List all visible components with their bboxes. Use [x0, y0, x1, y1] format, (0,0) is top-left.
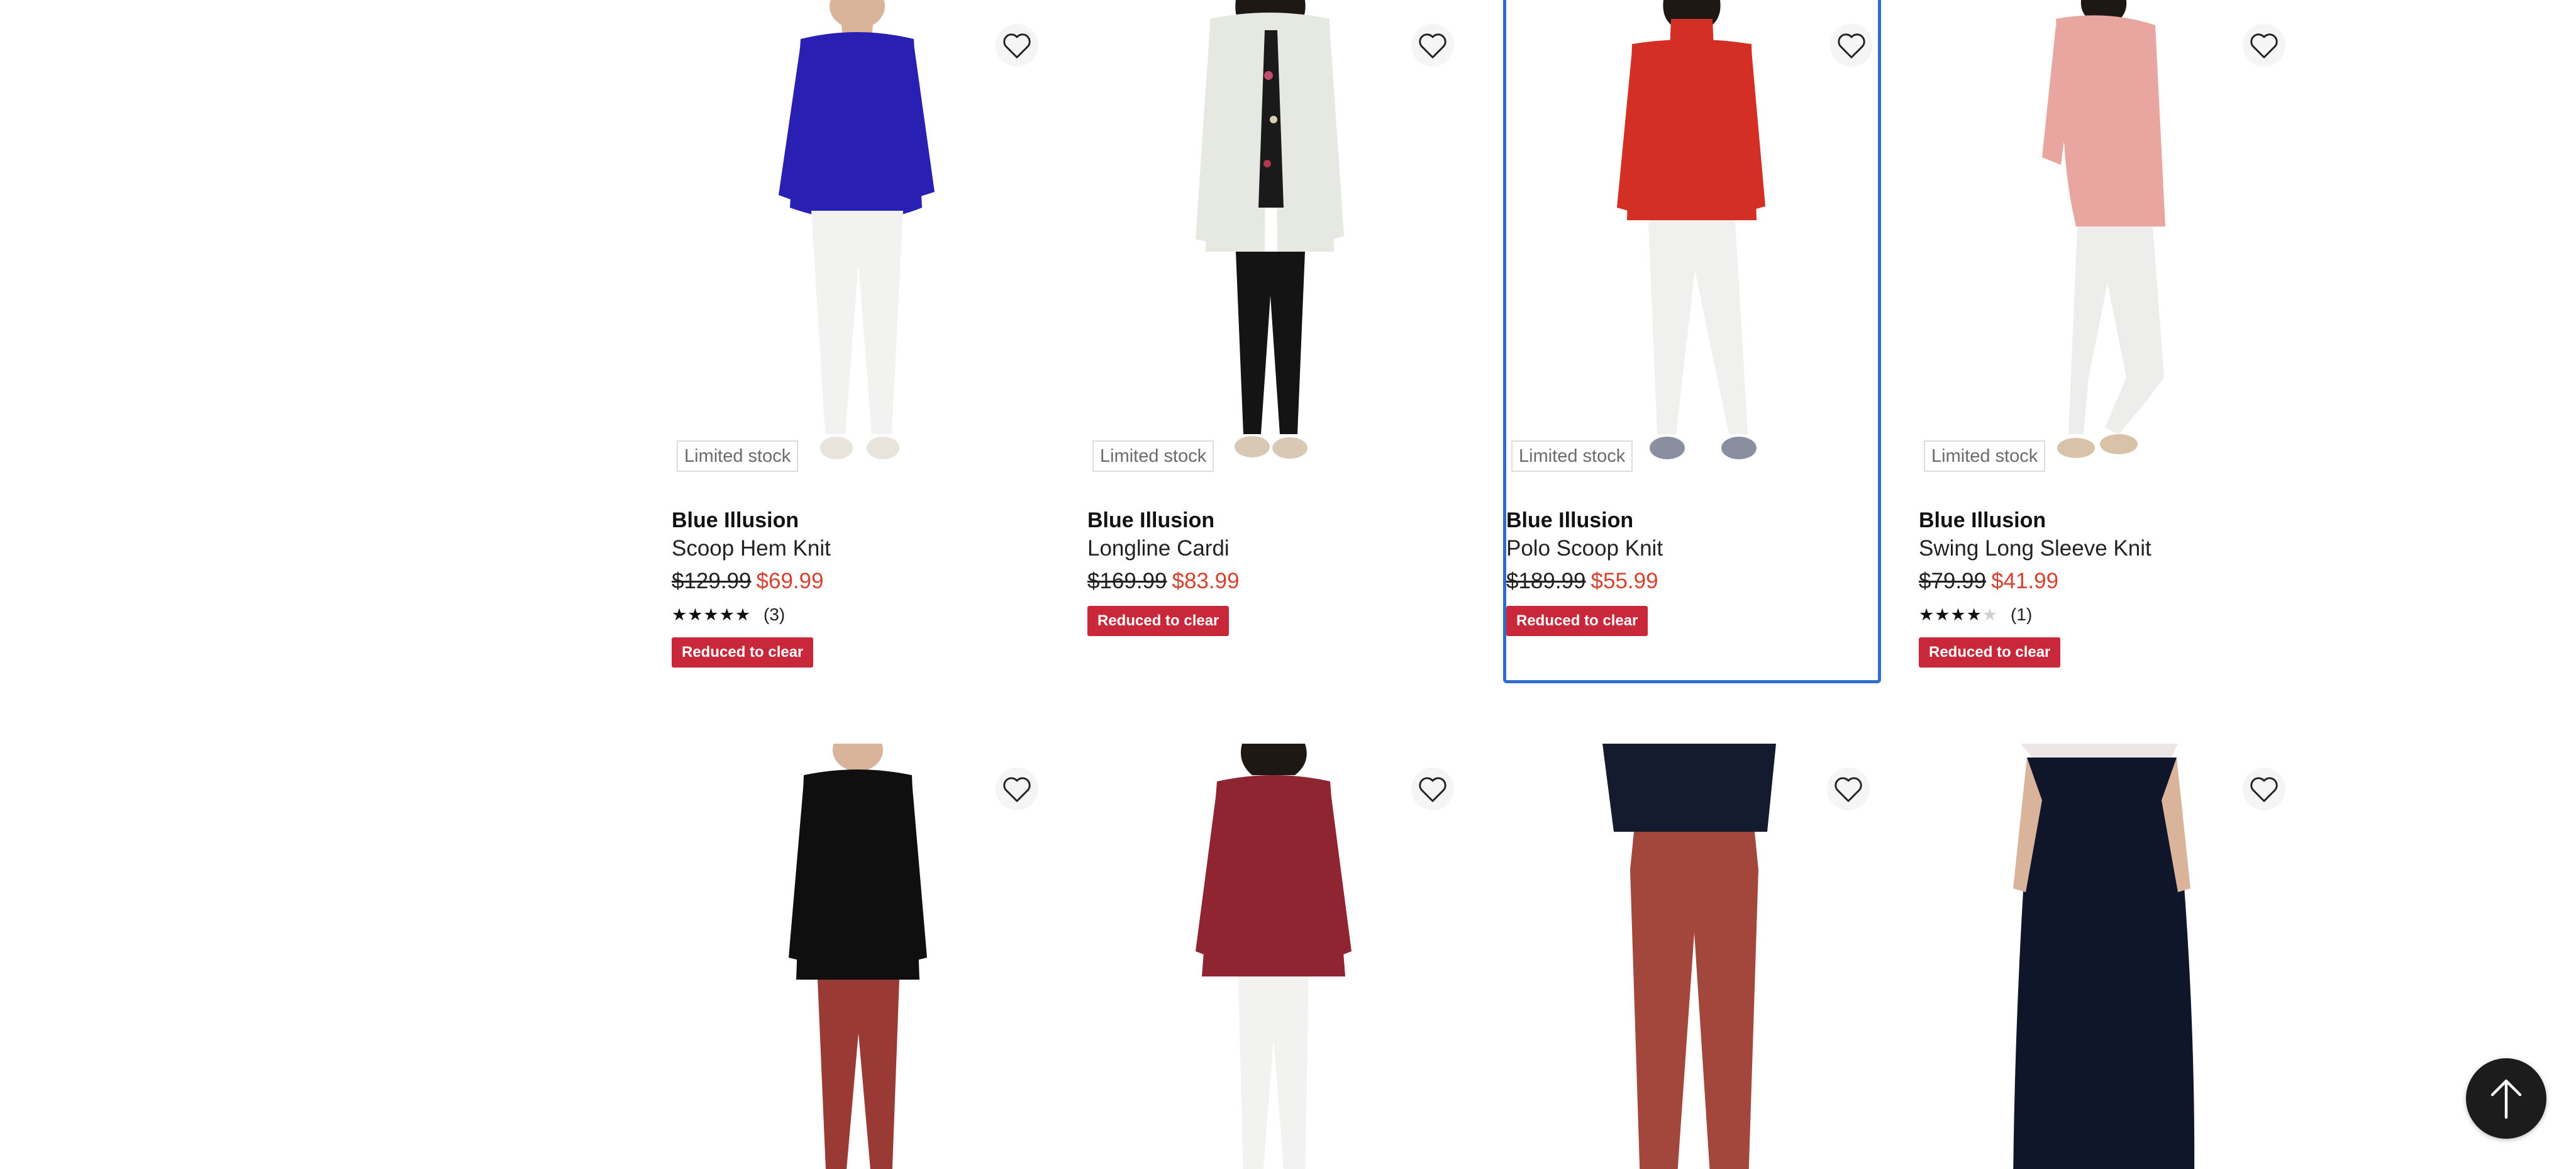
product-prices: $169.99 $83.99: [1087, 567, 1458, 596]
product-image[interactable]: Limited stock: [1919, 0, 2297, 479]
product-image[interactable]: [1919, 744, 2297, 1169]
reduced-to-clear-badge: Reduced to clear: [1506, 606, 1648, 636]
product-name[interactable]: Longline Cardi: [1087, 534, 1458, 563]
product-prices: $129.99 $69.99: [672, 567, 1043, 596]
model-figure: [779, 0, 935, 459]
wishlist-heart-icon[interactable]: [2243, 24, 2285, 67]
product-image[interactable]: [672, 744, 1050, 1169]
wishlist-heart-icon[interactable]: [1411, 768, 1454, 810]
product-card-scoop-hem-knit[interactable]: Limited stock Blue Illusion Scoop Hem Kn…: [672, 0, 1050, 683]
sale-price: $41.99: [1991, 569, 2059, 593]
review-count: (3): [763, 605, 786, 624]
product-info: Blue Illusion Polo Scoop Knit $189.99 $55…: [1506, 506, 1877, 636]
product-card[interactable]: [672, 744, 1050, 1169]
wishlist-heart-icon[interactable]: [2243, 768, 2285, 810]
product-brand[interactable]: Blue Illusion: [1087, 506, 1458, 534]
star-rating-icon: ★★★★★: [672, 605, 752, 624]
sale-price: $55.99: [1591, 569, 1658, 593]
limited-stock-badge: Limited stock: [677, 440, 799, 472]
model-figure: [2042, 0, 2165, 458]
product-name[interactable]: Polo Scoop Knit: [1506, 534, 1877, 563]
product-info: Blue Illusion Swing Long Sleeve Knit $79…: [1919, 506, 2290, 668]
back-to-top-button[interactable]: [2466, 1058, 2546, 1139]
product-image[interactable]: [1503, 744, 1881, 1169]
wishlist-heart-icon[interactable]: [996, 24, 1038, 67]
product-brand[interactable]: Blue Illusion: [1506, 506, 1877, 534]
product-info: Blue Illusion Scoop Hem Knit $129.99 $69.…: [672, 506, 1043, 668]
product-prices: $79.99 $41.99: [1919, 567, 2290, 596]
reduced-to-clear-badge: Reduced to clear: [672, 637, 814, 668]
model-figure: [2013, 744, 2195, 1169]
product-name[interactable]: Swing Long Sleeve Knit: [1919, 534, 2290, 563]
product-image[interactable]: Limited stock: [1506, 0, 1884, 479]
model-figure: [1617, 0, 1765, 459]
limited-stock-badge: Limited stock: [1092, 440, 1214, 472]
product-card-longline-cardi[interactable]: Limited stock Blue Illusion Longline Car…: [1087, 0, 1465, 683]
reduced-to-clear-badge: Reduced to clear: [1087, 606, 1230, 636]
original-price: $169.99: [1087, 569, 1167, 593]
sale-price: $69.99: [756, 569, 824, 593]
star-rating-icon: ★★★★★: [1919, 605, 1999, 624]
product-grid: Limited stock Blue Illusion Scoop Hem Kn…: [672, 0, 2297, 1169]
limited-stock-badge: Limited stock: [1924, 440, 2046, 472]
product-brand[interactable]: Blue Illusion: [1919, 506, 2290, 534]
product-rating[interactable]: ★★★★★ (1): [1919, 602, 2290, 627]
product-name[interactable]: Scoop Hem Knit: [672, 534, 1043, 563]
reduced-to-clear-badge: Reduced to clear: [1919, 637, 2061, 668]
product-listing-page: Limited stock Blue Illusion Scoop Hem Kn…: [0, 0, 2576, 1169]
product-card[interactable]: [1503, 744, 1881, 1169]
model-figure: [1602, 744, 1776, 1169]
original-price: $129.99: [672, 569, 752, 593]
product-card[interactable]: [1919, 744, 2297, 1169]
wishlist-heart-icon[interactable]: [1830, 24, 1873, 67]
product-rating[interactable]: ★★★★★ (3): [672, 602, 1043, 627]
product-info: Blue Illusion Longline Cardi $169.99 $83.…: [1087, 506, 1458, 636]
wishlist-heart-icon[interactable]: [1827, 768, 1870, 810]
arrow-up-icon: [2490, 1079, 2522, 1119]
sale-price: $83.99: [1172, 569, 1240, 593]
product-card-polo-scoop-knit[interactable]: Limited stock Blue Illusion Polo Scoop K…: [1503, 0, 1881, 683]
product-prices: $189.99 $55.99: [1506, 567, 1877, 596]
limited-stock-badge: Limited stock: [1511, 440, 1633, 472]
product-image[interactable]: [1087, 744, 1465, 1169]
model-figure: [1196, 744, 1352, 1169]
product-card-swing-long-sleeve-knit[interactable]: Limited stock Blue Illusion Swing Long S…: [1919, 0, 2297, 683]
model-figure: [1196, 0, 1344, 459]
wishlist-heart-icon[interactable]: [996, 768, 1038, 810]
model-figure: [789, 744, 927, 1169]
product-image[interactable]: Limited stock: [1087, 0, 1465, 479]
wishlist-heart-icon[interactable]: [1411, 24, 1454, 67]
original-price: $189.99: [1506, 569, 1586, 593]
product-brand[interactable]: Blue Illusion: [672, 506, 1043, 534]
product-card[interactable]: [1087, 744, 1465, 1169]
review-count: (1): [2011, 605, 2033, 624]
product-image[interactable]: Limited stock: [672, 0, 1050, 479]
original-price: $79.99: [1919, 569, 1987, 593]
